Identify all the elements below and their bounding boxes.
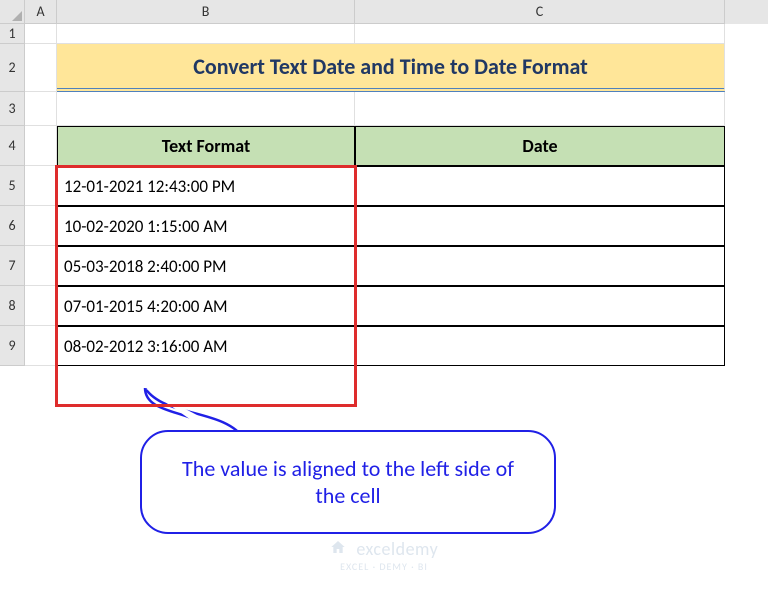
cell-A6[interactable] — [25, 206, 57, 246]
row-2: 2 Convert Text Date and Time to Date For… — [0, 44, 768, 92]
cell-C1[interactable] — [355, 24, 725, 44]
callout-annotation: The value is aligned to the left side of… — [140, 430, 556, 534]
column-header-row: A B C — [0, 0, 768, 24]
row-7: 7 05-03-2018 2:40:00 PM — [0, 246, 768, 286]
col-header-C[interactable]: C — [355, 0, 725, 24]
row-header-4[interactable]: 4 — [0, 126, 25, 166]
cell-A4[interactable] — [25, 126, 57, 166]
cell-B9[interactable]: 08-02-2012 3:16:00 AM — [57, 326, 355, 366]
header-date[interactable]: Date — [355, 126, 725, 166]
spreadsheet: A B C 1 2 Convert Text Date and Time to … — [0, 0, 768, 597]
watermark-sub: EXCEL · DEMY · BI — [0, 560, 768, 573]
cell-A9[interactable] — [25, 326, 57, 366]
header-text-format[interactable]: Text Format — [57, 126, 355, 166]
cell-A5[interactable] — [25, 166, 57, 206]
cell-B6[interactable]: 10-02-2020 1:15:00 AM — [57, 206, 355, 246]
cell-C9[interactable] — [355, 326, 725, 366]
row-header-8[interactable]: 8 — [0, 286, 25, 326]
select-all-corner[interactable] — [0, 0, 25, 24]
row-header-6[interactable]: 6 — [0, 206, 25, 246]
watermark-brand: exceldemy — [356, 538, 438, 560]
col-header-B[interactable]: B — [57, 0, 355, 24]
title-cell[interactable]: Convert Text Date and Time to Date Forma… — [57, 44, 725, 92]
cell-A7[interactable] — [25, 246, 57, 286]
cell-B3[interactable] — [57, 92, 355, 126]
row-5: 5 12-01-2021 12:43:00 PM — [0, 166, 768, 206]
watermark: exceldemy EXCEL · DEMY · BI — [0, 538, 768, 573]
grid-rows: 1 2 Convert Text Date and Time to Date F… — [0, 24, 768, 366]
row-9: 9 08-02-2012 3:16:00 AM — [0, 326, 768, 366]
cell-C7[interactable] — [355, 246, 725, 286]
row-6: 6 10-02-2020 1:15:00 AM — [0, 206, 768, 246]
row-header-3[interactable]: 3 — [0, 92, 25, 126]
row-8: 8 07-01-2015 4:20:00 AM — [0, 286, 768, 326]
row-header-1[interactable]: 1 — [0, 24, 25, 44]
row-3: 3 — [0, 92, 768, 126]
row-header-7[interactable]: 7 — [0, 246, 25, 286]
cell-A3[interactable] — [25, 92, 57, 126]
row-header-5[interactable]: 5 — [0, 166, 25, 206]
cell-A2[interactable] — [25, 44, 57, 92]
row-header-9[interactable]: 9 — [0, 326, 25, 366]
row-4: 4 Text Format Date — [0, 126, 768, 166]
cell-C5[interactable] — [355, 166, 725, 206]
row-1: 1 — [0, 24, 768, 44]
home-icon — [330, 538, 351, 560]
cell-A8[interactable] — [25, 286, 57, 326]
cell-B1[interactable] — [57, 24, 355, 44]
cell-C3[interactable] — [355, 92, 725, 126]
row-header-2[interactable]: 2 — [0, 44, 25, 92]
cell-C8[interactable] — [355, 286, 725, 326]
cell-B8[interactable]: 07-01-2015 4:20:00 AM — [57, 286, 355, 326]
col-header-A[interactable]: A — [25, 0, 57, 24]
cell-B7[interactable]: 05-03-2018 2:40:00 PM — [57, 246, 355, 286]
cell-A1[interactable] — [25, 24, 57, 44]
cell-B5[interactable]: 12-01-2021 12:43:00 PM — [57, 166, 355, 206]
cell-C6[interactable] — [355, 206, 725, 246]
